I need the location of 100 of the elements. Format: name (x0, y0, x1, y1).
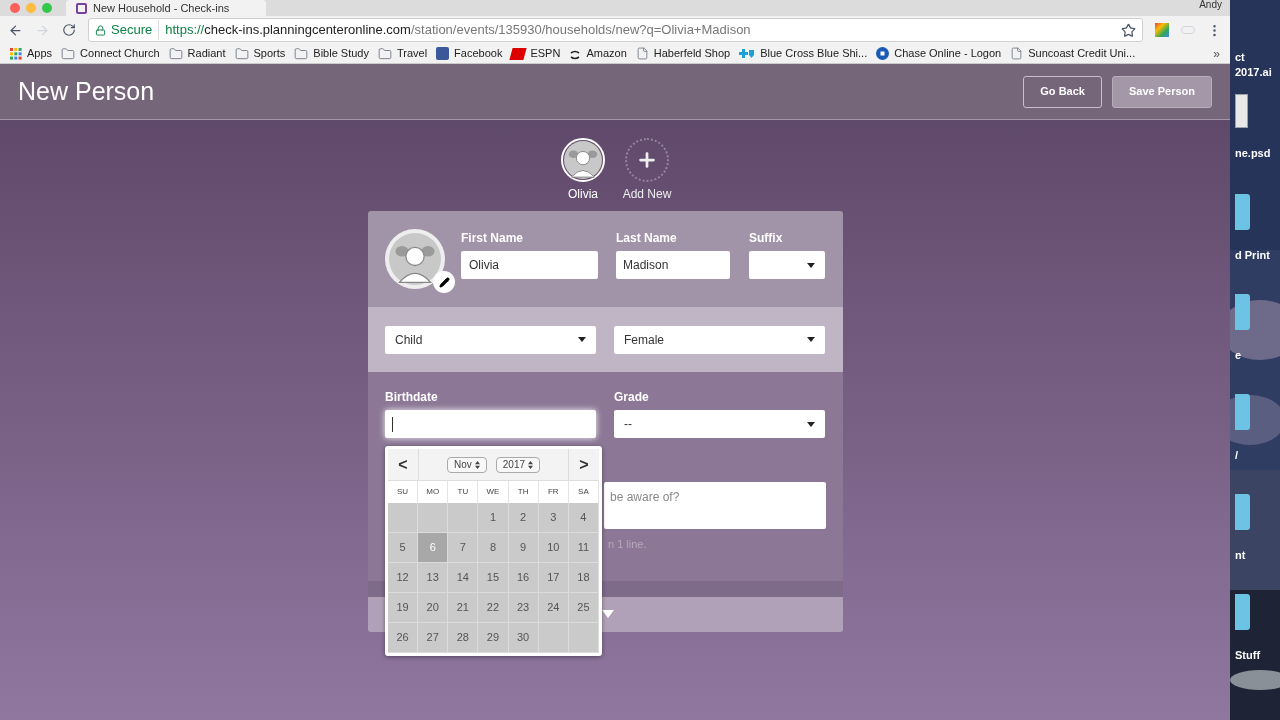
extension-icon[interactable] (1155, 23, 1169, 37)
year-select[interactable]: 2017 (495, 456, 540, 473)
birthdate-field[interactable] (385, 410, 596, 438)
text-cursor (392, 416, 393, 432)
month-select[interactable]: Nov (446, 456, 487, 473)
previous-month-button[interactable]: < (388, 449, 419, 480)
calendar-day[interactable]: 15 (478, 563, 509, 593)
browser-tab[interactable]: New Household - Check-ins (66, 0, 266, 16)
last-name-field[interactable]: Madison (616, 251, 730, 279)
calendar-day[interactable]: 29 (478, 623, 509, 653)
folder-icon (234, 46, 249, 61)
caret-icon (807, 337, 815, 342)
bookmark-item[interactable]: Bible Study (294, 45, 369, 62)
calendar-day[interactable]: 28 (448, 623, 479, 653)
facebook-f-icon (436, 47, 450, 60)
calendar-day[interactable]: 14 (448, 563, 479, 593)
calendar-day[interactable]: 22 (478, 593, 509, 623)
forward-icon[interactable] (35, 22, 50, 38)
address-bar[interactable]: Secure https://check-ins.planningcenteronline.com/station/events/135930/households/new?q=Olivia+Madison (88, 18, 1143, 42)
calendar-day[interactable]: 30 (508, 623, 539, 653)
gender-select[interactable]: Female (614, 325, 825, 354)
document-icon (1235, 94, 1248, 128)
page-icon (635, 47, 649, 60)
stripes-logo-icon (509, 47, 528, 60)
folder-icon (168, 46, 183, 61)
field-label: Suffix (749, 230, 784, 247)
calendar-day[interactable]: 19 (388, 593, 419, 623)
calendar-day[interactable]: 10 (538, 533, 569, 563)
bookmark-item[interactable]: Travel (377, 45, 428, 62)
desktop-icon-label[interactable]: Stuff (1235, 648, 1279, 663)
notes-field[interactable]: be aware of? (604, 482, 826, 529)
person-type-select[interactable]: Child (385, 325, 596, 354)
calendar-day[interactable]: 11 (568, 533, 599, 563)
bookmark-item[interactable]: Radiant (168, 45, 226, 62)
child-avatar-icon (389, 233, 441, 285)
apps-grid-icon (10, 47, 22, 60)
octagon-logo-icon (876, 47, 890, 60)
desktop-icon-label[interactable]: e (1235, 348, 1279, 363)
calendar-day[interactable]: 13 (418, 563, 449, 593)
folder-icon (1235, 194, 1250, 230)
bookmark-item[interactable]: Blue Cross Blue Shi... (739, 45, 868, 62)
calendar-day[interactable]: 20 (418, 593, 449, 623)
more-bookmarks-button[interactable]: » (1213, 44, 1220, 63)
calendar-day[interactable]: 8 (478, 533, 509, 563)
calendar-day[interactable]: 5 (388, 533, 419, 563)
edit-photo-button[interactable] (433, 271, 455, 293)
caret-icon (807, 262, 815, 268)
bookmark-item[interactable]: ESPN (511, 45, 561, 62)
page-icon (1010, 47, 1024, 60)
close-window-button[interactable] (10, 3, 20, 13)
reload-icon[interactable] (62, 23, 76, 37)
calendar-day[interactable]: 23 (508, 593, 539, 623)
calendar-day[interactable]: 16 (508, 563, 539, 593)
bookmark-item[interactable]: Sports (234, 45, 286, 62)
calendar-day[interactable]: 2 (508, 503, 539, 533)
next-month-button[interactable]: > (568, 449, 599, 480)
calendar-day[interactable]: 7 (448, 533, 479, 563)
bookmark-item[interactable]: Connect Church (61, 45, 160, 62)
bookmark-item[interactable]: Facebook (436, 45, 503, 62)
url-text: https://check-ins.planningcenteronline.com/station/events/135930/households/new?q=Olivia+Madison (165, 21, 751, 40)
calendar-day[interactable]: 1 (478, 503, 509, 533)
profile-name[interactable]: Andy (1199, 0, 1222, 10)
calendar-day[interactable]: 3 (538, 503, 569, 533)
back-icon[interactable] (8, 22, 23, 38)
suffix-select[interactable] (749, 251, 825, 279)
calendar-day[interactable]: 12 (388, 563, 419, 593)
desktop-icon-label[interactable]: nt (1235, 548, 1279, 563)
calendar-day[interactable]: 26 (388, 623, 419, 653)
bookmark-item[interactable]: Apps (10, 45, 53, 62)
folder-icon (377, 46, 392, 61)
desktop-icon-label[interactable]: / (1235, 448, 1279, 463)
calendar-day[interactable]: 17 (538, 563, 569, 593)
bookmark-item[interactable]: Suncoast Credit Uni... (1010, 45, 1136, 62)
bookmark-star-icon[interactable] (1121, 22, 1136, 38)
calendar-day[interactable]: 27 (418, 623, 449, 653)
folder-icon (1235, 494, 1250, 530)
calendar-day[interactable]: 24 (538, 593, 569, 623)
calendar-day[interactable]: 4 (568, 503, 599, 533)
go-back-button[interactable]: Go Back (1023, 75, 1102, 108)
folder-icon (61, 46, 76, 61)
zoom-window-button[interactable] (42, 3, 52, 13)
minimize-window-button[interactable] (26, 3, 36, 13)
spinner-arrows-icon (528, 460, 533, 469)
folder-icon (1235, 394, 1250, 430)
bookmark-item[interactable]: Haberfeld Shop (635, 45, 731, 62)
bookmark-item[interactable]: Amazon (569, 45, 627, 62)
calendar-day[interactable]: 21 (448, 593, 479, 623)
secure-label: Secure (111, 20, 160, 40)
calendar-day[interactable]: 18 (568, 563, 599, 593)
lock-icon (95, 24, 106, 36)
calendar-day[interactable]: 9 (508, 533, 539, 563)
child-avatar-icon (564, 141, 602, 179)
bookmark-item[interactable]: Chase Online - Logon (876, 45, 1002, 62)
desktop-icon-label[interactable]: ct 2017.ai (1235, 50, 1279, 80)
caret-icon (807, 421, 815, 427)
desktop-icon-label[interactable]: ne.psd (1235, 146, 1279, 161)
grade-select[interactable]: -- (614, 410, 825, 438)
first-name-field[interactable]: Olivia (461, 251, 598, 279)
desktop-icon-label[interactable]: d Print (1235, 248, 1279, 263)
calendar-day[interactable]: 25 (568, 593, 599, 623)
